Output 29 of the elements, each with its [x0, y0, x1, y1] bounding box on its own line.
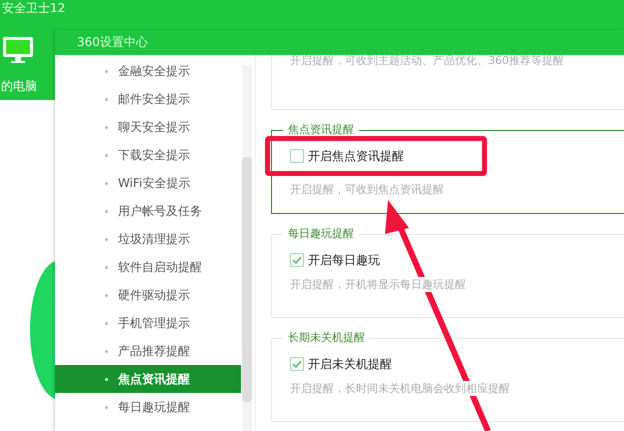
- scrollbar-thumb[interactable]: [242, 157, 252, 402]
- option-description: 开启提醒，开机将显示每日趣玩提醒: [290, 277, 466, 292]
- sidebar-item[interactable]: 邮件安全提示: [55, 85, 241, 113]
- checkbox[interactable]: [290, 357, 304, 371]
- sidebar-item[interactable]: 硬件驱动提示: [55, 281, 241, 309]
- checkbox[interactable]: [290, 149, 304, 163]
- sidebar-item[interactable]: 产品推荐提醒: [55, 337, 241, 365]
- sidebar-item[interactable]: 每日趣玩提醒: [55, 393, 241, 421]
- sidebar-item[interactable]: 手机管理提示: [55, 309, 241, 337]
- sidebar-item[interactable]: 软件自启动提醒: [55, 253, 241, 281]
- option-label: 开启未关机提醒: [308, 356, 392, 372]
- sidebar-item[interactable]: 焦点资讯提醒: [55, 365, 241, 393]
- option-description: 开启提醒，长时间未关机电脑会收到相应提醒: [290, 381, 510, 396]
- window-title: 360设置中心: [77, 34, 148, 51]
- sidebar-item[interactable]: 垃圾清理提示: [55, 225, 241, 253]
- sidebar-item[interactable]: 下载安全提示: [55, 141, 241, 169]
- section-title: 每日趣玩提醒: [283, 226, 359, 242]
- section-title: 长期未关机提醒: [283, 330, 370, 346]
- option-description: 开启提醒，可收到焦点资讯提醒: [290, 182, 444, 197]
- option-description: 开启提醒，可收到主题活动、产品优化、360推荐等提醒: [290, 55, 564, 68]
- sidebar-item[interactable]: 聊天安全提示: [55, 113, 241, 141]
- sidebar-item[interactable]: 用户帐号及任务: [55, 197, 241, 225]
- monitor-icon: [2, 36, 34, 64]
- option-label: 开启每日趣玩: [308, 252, 380, 268]
- sidebar-item[interactable]: 金融安全提示: [55, 57, 241, 85]
- sidebar-item[interactable]: WiFi安全提示: [55, 169, 241, 197]
- app-title: 安全卫士12: [2, 1, 66, 15]
- option-label: 开启焦点资讯提醒: [308, 148, 404, 164]
- checkbox[interactable]: [290, 253, 304, 267]
